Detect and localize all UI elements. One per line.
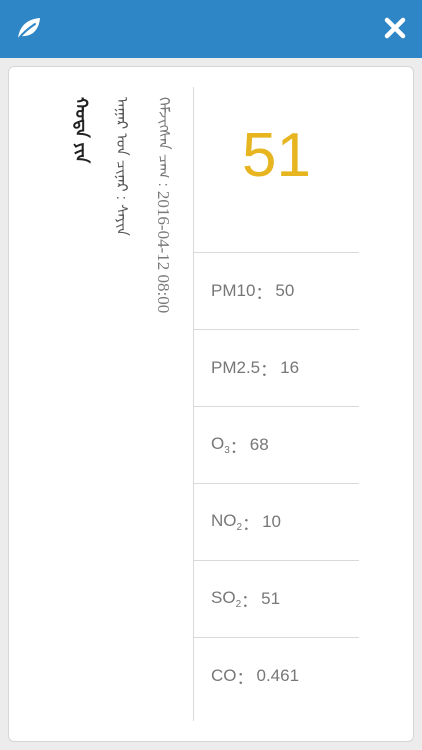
city-name: ᠬᠣᠲᠠ ᠶᠢᠨ (72, 97, 91, 164)
top-bar (0, 0, 422, 58)
aqi-value: 51 (242, 121, 311, 190)
pollutant-row-no2: NO2： 10 (194, 483, 359, 560)
pollutant-row-co: CO： 0.461 (194, 637, 359, 714)
pollutant-name: PM10 (211, 281, 256, 300)
pollutant-name: O3 (211, 434, 230, 456)
pollutant-value: 0.461 (256, 666, 300, 685)
pollutant-name: NO2 (211, 511, 243, 533)
pollutant-value: 68 (249, 435, 269, 454)
pollutant-row-pm10: PM10： 50 (194, 252, 359, 329)
leaf-icon[interactable] (14, 13, 44, 43)
pollutant-list: PM10： 50 PM2.5： 16 O3： 68 NO2： 10 SO2： 51 CO：… (194, 252, 359, 714)
pollutant-value: 16 (280, 358, 300, 377)
pollutant-value: 51 (261, 589, 281, 608)
pollutant-row-so2: SO2： 51 (194, 560, 359, 637)
close-icon[interactable] (382, 15, 408, 41)
update-time: ᠬᠡᠮᠵᠢᠭᠰᠡᠨ ᠴᠠᠭ : 2016-04-12 08:00 (154, 97, 173, 314)
pollutant-row-o3: O3： 68 (194, 406, 359, 483)
air-quality-card: ᠬᠣᠲᠠ ᠶᠢᠨ ᠠᠭᠠᠷ ᠤᠨ ᠴᠢᠨᠠᠷ : ᠰᠠᠶᠢᠨ ᠬᠡᠮᠵᠢᠭᠰᠡᠨ… (8, 66, 414, 742)
quality-level: ᠠᠭᠠᠷ ᠤᠨ ᠴᠢᠨᠠᠷ : ᠰᠠᠶᠢᠨ (113, 97, 130, 236)
pollutant-value: 10 (262, 512, 281, 531)
pollutant-name: CO (211, 666, 237, 685)
pollutant-row-pm25: PM2.5： 16 (194, 329, 359, 406)
pollutant-name: SO2 (211, 588, 242, 610)
update-time-value: 2016-04-12 08:00 (154, 190, 173, 314)
pollutant-value: 50 (275, 281, 295, 300)
pollutant-name: PM2.5 (211, 358, 261, 377)
update-time-label: ᠬᠡᠮᠵᠢᠭᠰᠡᠨ ᠴᠠᠭ : (155, 97, 172, 191)
